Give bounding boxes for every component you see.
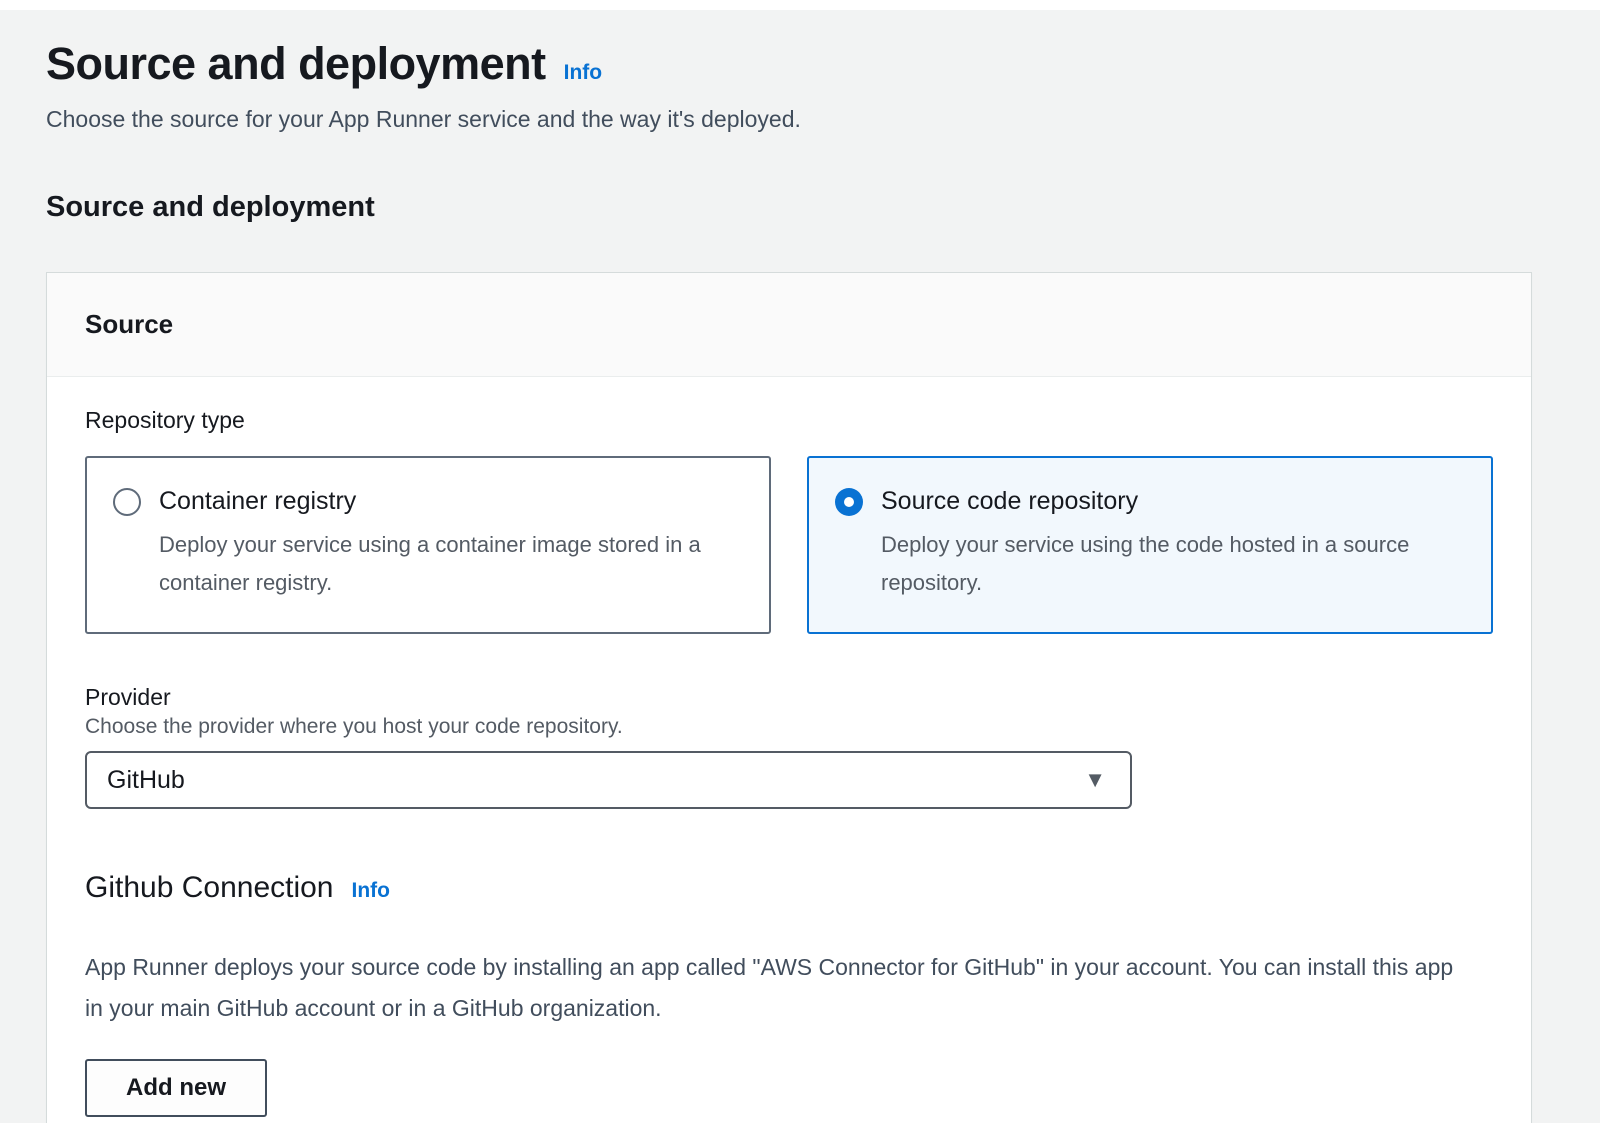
github-connection-body: App Runner deploys your source code by i… (85, 947, 1475, 1029)
provider-label: Provider (85, 684, 1493, 711)
repository-type-label: Repository type (85, 407, 1493, 434)
radio-button-icon[interactable] (113, 488, 141, 516)
github-connection-heading: Github Connection (85, 871, 334, 905)
github-connection-header: Github Connection Info (85, 871, 1493, 905)
page-header: Source and deployment Info (46, 38, 1532, 90)
add-new-button[interactable]: Add new (85, 1059, 267, 1117)
tile-source-code-repository-description: Deploy your service using the code hoste… (881, 526, 1441, 602)
top-strip (0, 0, 1600, 10)
provider-select[interactable]: GitHub ▼ (85, 751, 1132, 809)
section-heading: Source and deployment (46, 191, 1532, 224)
tile-source-code-repository[interactable]: Source code repository Deploy your servi… (807, 456, 1493, 634)
page-content: Source and deployment Info Choose the so… (0, 38, 1600, 1123)
tile-container-registry-title: Container registry (159, 484, 719, 518)
repository-type-tiles: Container registry Deploy your service u… (85, 456, 1493, 634)
provider-field: Provider Choose the provider where you h… (85, 684, 1493, 809)
source-panel-body: Repository type Container registry Deplo… (47, 377, 1531, 1123)
tile-source-code-repository-title: Source code repository (881, 484, 1441, 518)
tile-container-registry-description: Deploy your service using a container im… (159, 526, 719, 602)
tile-text: Source code repository Deploy your servi… (881, 484, 1441, 602)
page-subtitle: Choose the source for your App Runner se… (46, 106, 1532, 133)
provider-description: Choose the provider where you host your … (85, 715, 1493, 739)
tile-text: Container registry Deploy your service u… (159, 484, 719, 602)
radio-button-selected-icon[interactable] (835, 488, 863, 516)
source-panel-title: Source (85, 309, 1493, 340)
source-panel-header: Source (47, 273, 1531, 377)
tile-container-registry[interactable]: Container registry Deploy your service u… (85, 456, 771, 634)
caret-down-icon: ▼ (1084, 769, 1106, 791)
provider-selected-value: GitHub (107, 766, 185, 795)
page-title-info-link[interactable]: Info (564, 61, 602, 85)
github-connection-info-link[interactable]: Info (352, 879, 390, 903)
source-panel: Source Repository type Container registr… (46, 272, 1532, 1123)
page-title: Source and deployment (46, 38, 546, 90)
